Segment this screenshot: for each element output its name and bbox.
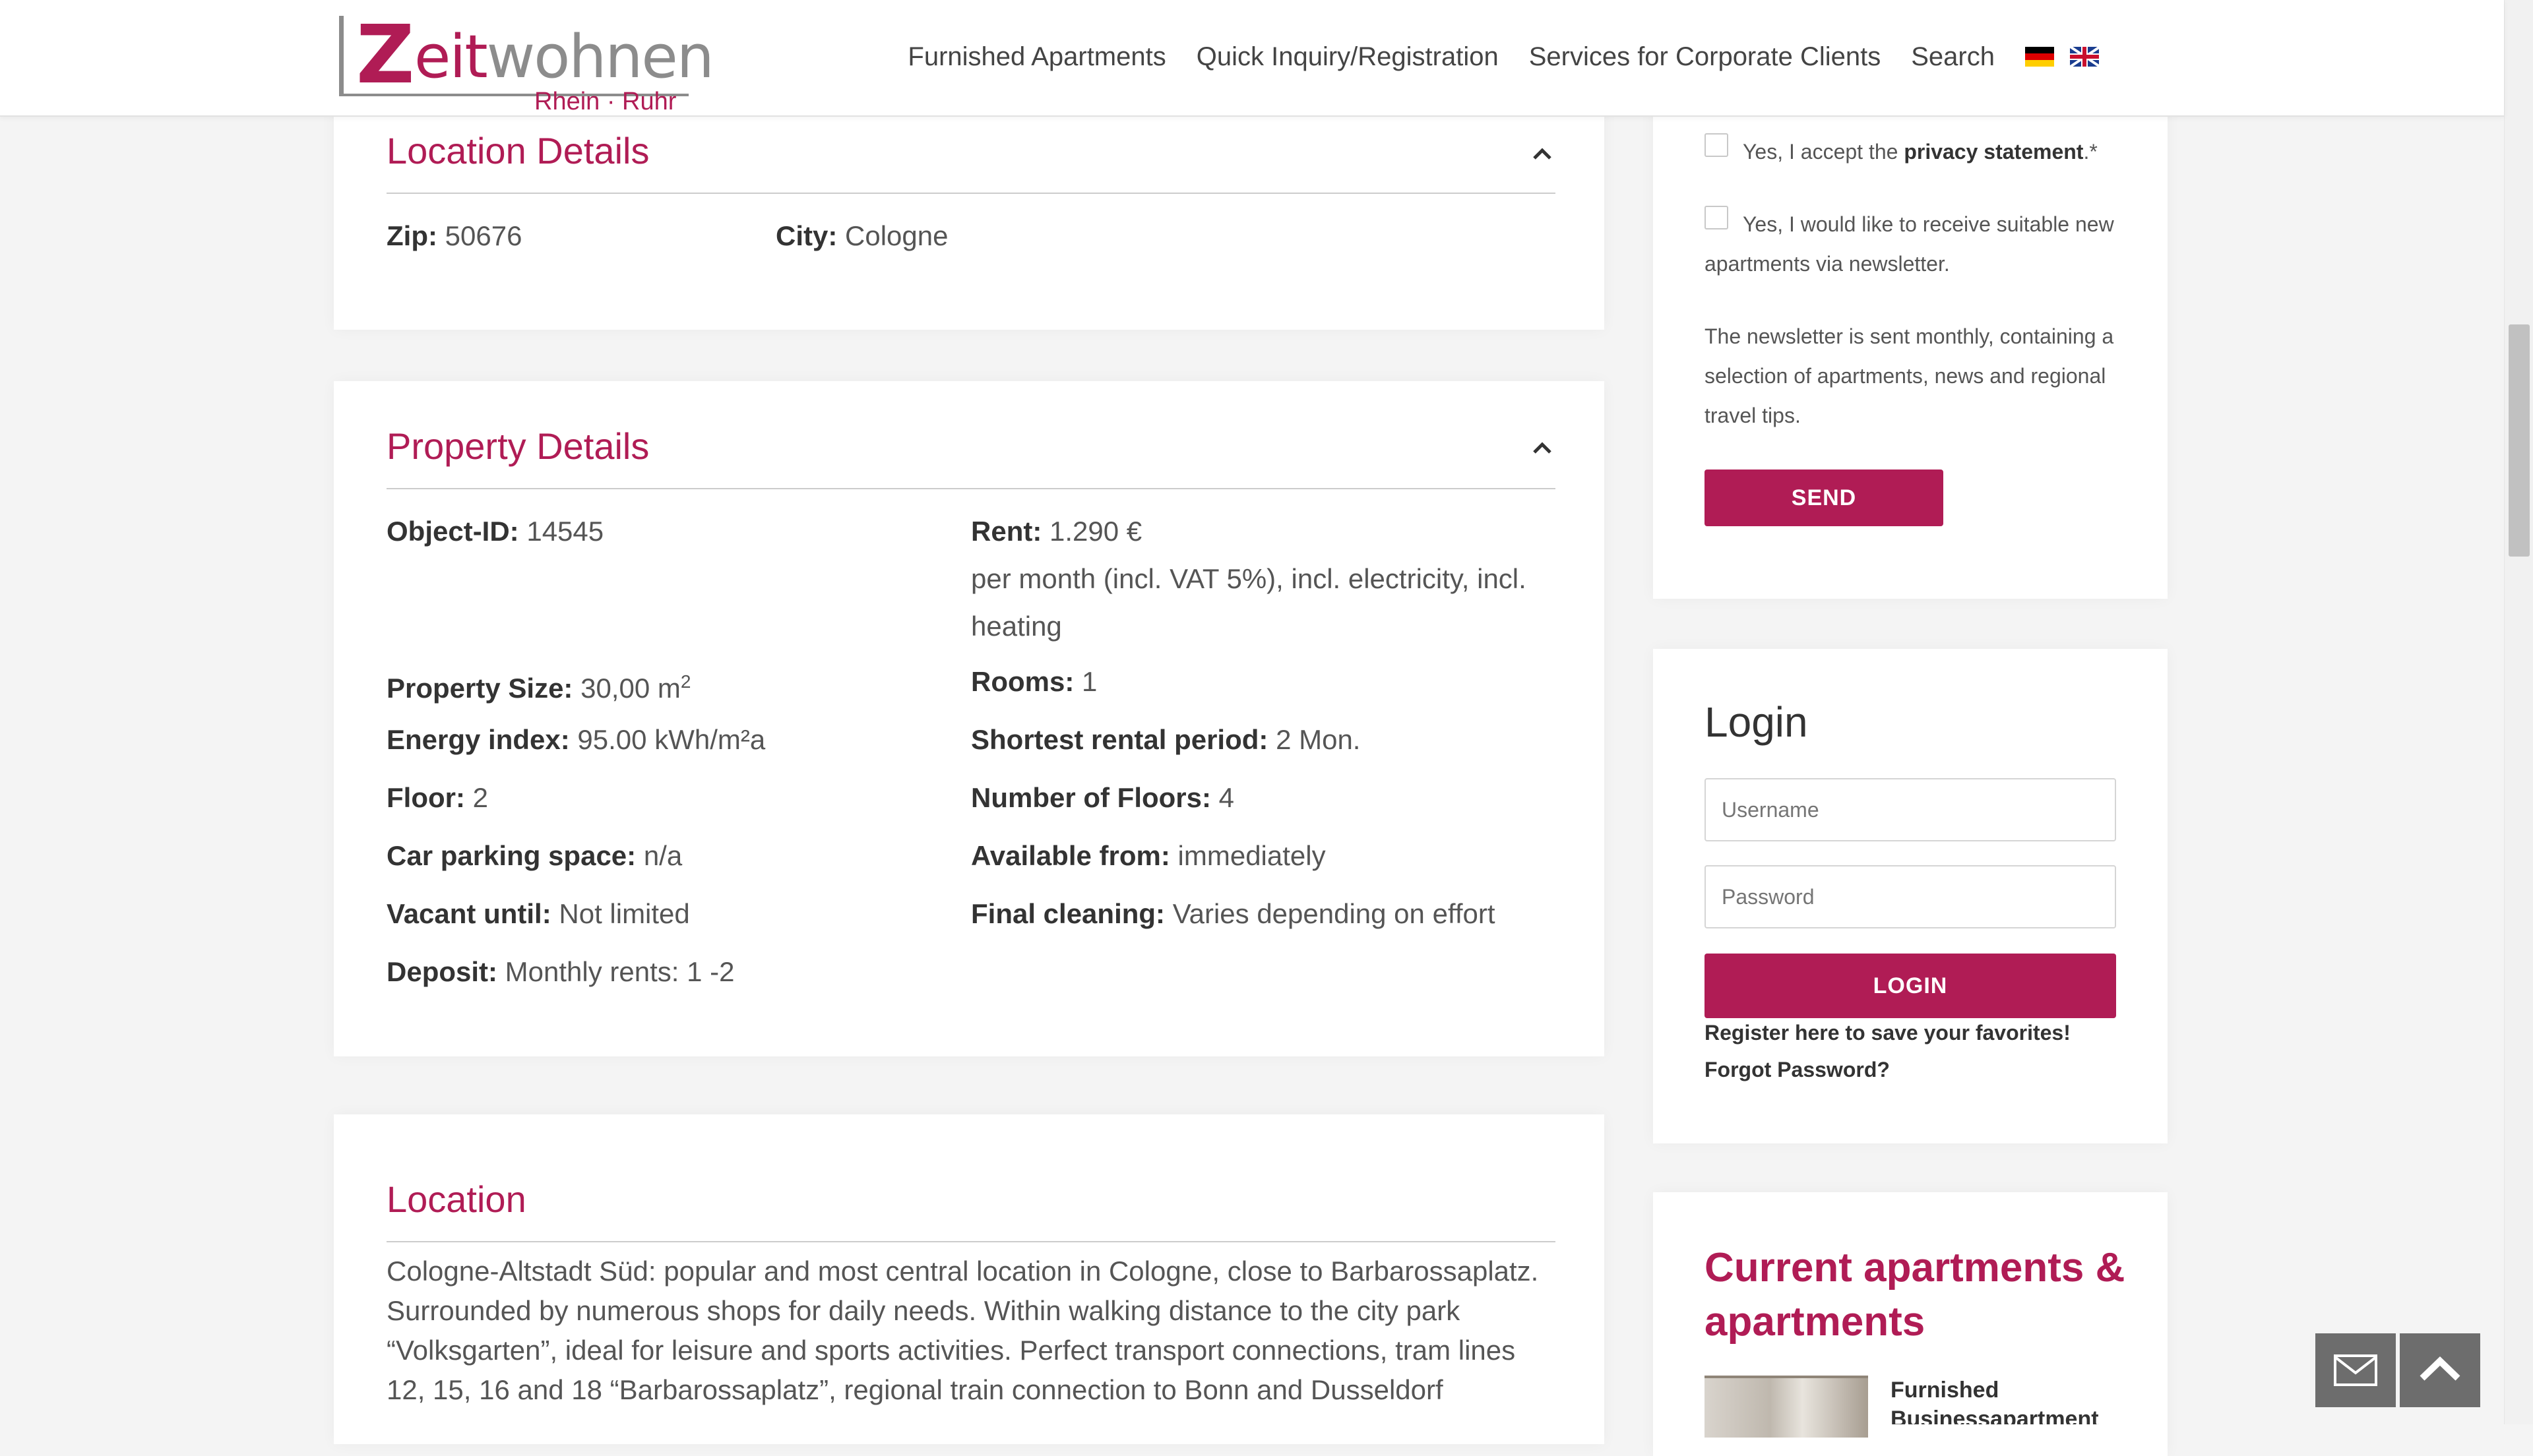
city-label: City:: [776, 220, 838, 251]
floor-field: Floor: 2: [387, 774, 488, 822]
field-label: Available from:: [971, 840, 1170, 871]
username-input[interactable]: [1704, 778, 2116, 841]
zip-value: 50676: [445, 220, 522, 251]
deposit-field: Deposit: Monthly rents: 1 -2: [387, 948, 734, 996]
location-title: Location: [387, 1178, 526, 1220]
field-value: immediately: [1177, 840, 1326, 871]
property-details-header: Property Details: [387, 425, 1555, 489]
location-details-title: Location Details: [387, 130, 650, 171]
city-value: Cologne: [845, 220, 949, 251]
newsletter-info: The newsletter is sent monthly, containi…: [1704, 324, 2114, 427]
property-size-field: Property Size: 30,00 m2: [387, 658, 691, 712]
zip-label: Zip:: [387, 220, 437, 251]
field-value: 1.290 €: [1049, 516, 1142, 547]
nav-search[interactable]: Search: [1911, 42, 1995, 72]
field-label: Object-ID:: [387, 516, 519, 547]
field-label: Shortest rental period:: [971, 724, 1268, 755]
login-button[interactable]: LOGIN: [1704, 954, 2116, 1018]
available-from-field: Available from: immediately: [971, 832, 1326, 880]
field-value: Varies depending on effort: [1172, 898, 1495, 929]
number-of-floors-field: Number of Floors: 4: [971, 774, 1234, 822]
field-label: Rent:: [971, 516, 1042, 547]
logo-wordmark: eitwohnen: [414, 21, 714, 94]
energy-index-field: Energy index: 95.00 kWh/m²a: [387, 716, 765, 764]
field-label: Deposit:: [387, 956, 497, 987]
password-input[interactable]: [1704, 865, 2116, 928]
city-field: City: Cologne: [776, 212, 948, 260]
field-label: Floor:: [387, 782, 465, 813]
scroll-to-top-button[interactable]: [2400, 1333, 2480, 1407]
object-id-field: Object-ID: 14545: [387, 508, 604, 555]
field-value: 2 Mon.: [1276, 724, 1361, 755]
field-value: Not limited: [559, 898, 690, 929]
rooms-field: Rooms: 1: [971, 658, 1097, 706]
location-description: Cologne-Altstadt Süd: popular and most c…: [387, 1256, 1539, 1405]
nav-corporate-services[interactable]: Services for Corporate Clients: [1529, 42, 1881, 72]
mail-icon: [2334, 1354, 2377, 1386]
nav-quick-inquiry[interactable]: Quick Inquiry/Registration: [1197, 42, 1499, 72]
apartment-title-link[interactable]: Furnished Businessapartment: [1891, 1376, 2115, 1424]
login-title: Login: [1704, 698, 1808, 746]
field-value: 95.00 kWh/m²a: [577, 724, 766, 755]
field-value: 1: [1082, 666, 1098, 697]
main-nav: Furnished Apartments Quick Inquiry/Regis…: [877, 38, 2099, 75]
field-value: n/a: [643, 840, 683, 871]
privacy-suffix: .*: [2083, 140, 2098, 164]
field-label: Car parking space:: [387, 840, 637, 871]
field-value: 4: [1218, 782, 1235, 813]
current-apartments-title: Current apartments & apartments: [1704, 1245, 2125, 1345]
logo-subline: Rhein · Ruhr: [534, 88, 677, 115]
field-label: Vacant until:: [387, 898, 551, 929]
site-header: Z eitwohnen Rhein · Ruhr Furnished Apart…: [0, 0, 2504, 117]
final-cleaning-field: Final cleaning: Varies depending on effo…: [971, 890, 1495, 938]
field-label: Rooms:: [971, 666, 1075, 697]
site-logo[interactable]: Z eitwohnen Rhein · Ruhr: [336, 8, 714, 115]
english-flag-icon[interactable]: [2070, 47, 2099, 67]
car-parking-field: Car parking space: n/a: [387, 832, 682, 880]
send-button[interactable]: SEND: [1704, 470, 1943, 526]
privacy-link[interactable]: privacy statement: [1904, 140, 2083, 164]
vacant-until-field: Vacant until: Not limited: [387, 890, 690, 938]
field-unit-exponent: 2: [680, 671, 691, 692]
chevron-up-icon[interactable]: [1529, 141, 1555, 167]
property-details-title: Property Details: [387, 425, 650, 467]
nav-furnished-apartments[interactable]: Furnished Apartments: [908, 42, 1166, 72]
logo-bar: [339, 16, 344, 94]
field-label: Final cleaning:: [971, 898, 1166, 929]
forgot-password-link[interactable]: Forgot Password?: [1704, 1058, 1890, 1082]
privacy-checkbox[interactable]: [1704, 133, 1728, 157]
rent-note: per month (incl. VAT 5%), incl. electric…: [971, 563, 1526, 642]
german-flag-icon[interactable]: [2025, 47, 2054, 67]
contact-mail-button[interactable]: [2315, 1333, 2396, 1407]
logo-initial: Z: [356, 8, 415, 102]
field-value: Monthly rents: 1 -2: [505, 956, 735, 987]
page-scrollbar[interactable]: [2504, 0, 2533, 1424]
shortest-rental-field: Shortest rental period: 2 Mon.: [971, 716, 1360, 764]
logo-part-grey: wohnen: [486, 22, 714, 92]
zip-field: Zip: 50676: [387, 212, 522, 260]
logo-part-red: eit: [414, 22, 488, 92]
rent-field: Rent: 1.290 € per month (incl. VAT 5%), i…: [971, 508, 1565, 650]
field-label: Number of Floors:: [971, 782, 1211, 813]
location-details-header: Location Details: [387, 129, 1555, 194]
field-value: 30,00 m: [580, 673, 681, 704]
chevron-up-icon[interactable]: [1529, 435, 1555, 462]
field-value: 2: [472, 782, 488, 813]
location-header: Location: [387, 1178, 1555, 1242]
scrollbar-thumb[interactable]: [2509, 324, 2530, 557]
newsletter-label[interactable]: Yes, I would like to receive suitable ne…: [1704, 204, 2124, 284]
field-label: Energy index:: [387, 724, 570, 755]
property-details-card: Property Details Object-ID: 14545 Proper…: [334, 381, 1604, 1056]
apartment-thumbnail[interactable]: [1704, 1376, 1868, 1438]
register-link[interactable]: Register here to save your favorites!: [1704, 1021, 2071, 1045]
chevron-up-icon: [2420, 1356, 2460, 1381]
privacy-label[interactable]: Yes, I accept the privacy statement.*: [1743, 132, 2098, 171]
privacy-prefix: Yes, I accept the: [1743, 140, 1904, 164]
field-value: 14545: [526, 516, 604, 547]
field-label: Property Size:: [387, 673, 573, 704]
